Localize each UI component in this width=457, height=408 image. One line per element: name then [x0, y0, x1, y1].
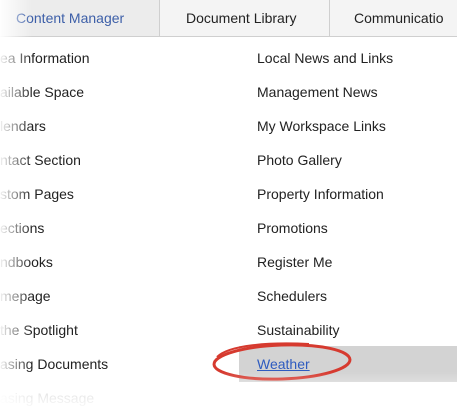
menu-item-available-space[interactable]: ailable Space — [0, 82, 84, 102]
menu-item-register-me[interactable]: Register Me — [257, 252, 332, 272]
tab-bar: Content Manager Document Library Communi… — [0, 0, 457, 37]
menu-item-calendars[interactable]: lendars — [0, 116, 46, 136]
tab-label: Communicatio — [354, 10, 444, 26]
menu-item-weather[interactable]: Weather — [257, 354, 310, 374]
tab-communications[interactable]: Communicatio — [330, 0, 457, 36]
tab-label: Content Manager — [16, 10, 125, 26]
menu-item-homepage[interactable]: mepage — [0, 286, 51, 306]
menu-item-my-workspace-links[interactable]: My Workspace Links — [257, 116, 386, 136]
tab-content-manager[interactable]: Content Manager — [0, 0, 160, 36]
menu-item-management-news[interactable]: Management News — [257, 82, 378, 102]
menu-item-promotions[interactable]: Promotions — [257, 218, 328, 238]
menu-item-in-the-spotlight[interactable]: the Spotlight — [0, 320, 78, 340]
menu-item-custom-pages[interactable]: stom Pages — [0, 184, 74, 204]
tab-document-library[interactable]: Document Library — [160, 0, 330, 36]
menu-item-area-information[interactable]: ea Information — [0, 48, 90, 68]
menu-item-contact-section[interactable]: ntact Section — [0, 150, 81, 170]
menu-item-directions[interactable]: ections — [0, 218, 44, 238]
menu-item-sustainability[interactable]: Sustainability — [257, 320, 340, 340]
tab-label: Document Library — [186, 10, 297, 26]
menu-item-leasing-documents[interactable]: asing Documents — [0, 354, 108, 374]
menu-item-local-news-and-links[interactable]: Local News and Links — [257, 48, 393, 68]
menu-item-handbooks[interactable]: ndbooks — [0, 252, 53, 272]
menu-item-schedulers[interactable]: Schedulers — [257, 286, 327, 306]
menu-item-property-information[interactable]: Property Information — [257, 184, 384, 204]
menu-item-photo-gallery[interactable]: Photo Gallery — [257, 150, 342, 170]
menu-item-leasing-message[interactable]: asing Message — [0, 388, 94, 408]
